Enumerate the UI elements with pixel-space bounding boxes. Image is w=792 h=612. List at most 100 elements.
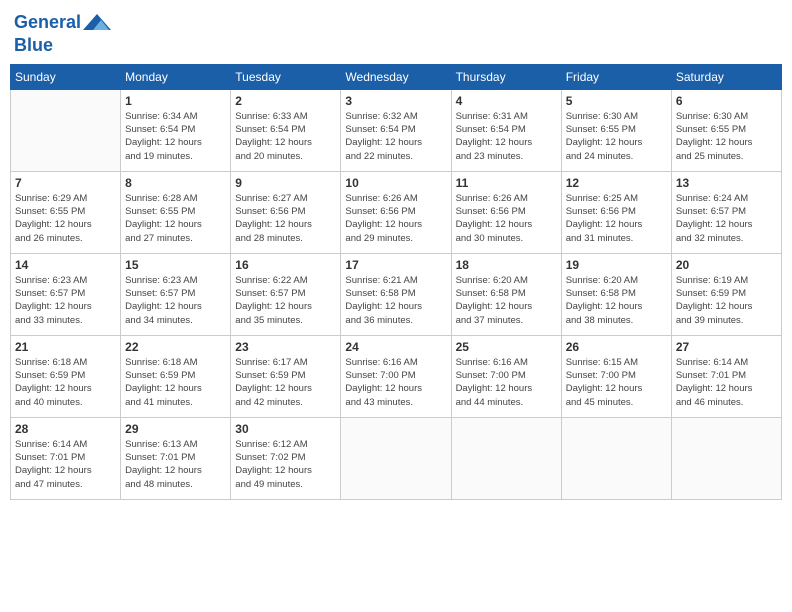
logo-general: General <box>14 12 81 32</box>
day-number: 12 <box>566 176 667 190</box>
calendar-cell: 21 Sunrise: 6:18 AMSunset: 6:59 PMDayligh… <box>11 335 121 417</box>
day-info: Sunrise: 6:26 AMSunset: 6:56 PMDaylight:… <box>345 192 446 245</box>
day-info: Sunrise: 6:14 AMSunset: 7:01 PMDaylight:… <box>676 356 777 409</box>
calendar-cell: 1 Sunrise: 6:34 AMSunset: 6:54 PMDaylight… <box>121 89 231 171</box>
day-number: 23 <box>235 340 336 354</box>
calendar-week-5: 28Sunrise: 6:14 AMSunset: 7:01 PMDayligh… <box>11 417 782 499</box>
day-info: Sunrise: 6:23 AMSunset: 6:57 PMDaylight:… <box>125 274 226 327</box>
calendar-cell: 5 Sunrise: 6:30 AMSunset: 6:55 PMDaylight… <box>561 89 671 171</box>
day-info: Sunrise: 6:27 AMSunset: 6:56 PMDaylight:… <box>235 192 336 245</box>
day-info: Sunrise: 6:34 AMSunset: 6:54 PMDaylight:… <box>125 110 226 163</box>
calendar-cell <box>11 89 121 171</box>
calendar-table: SundayMondayTuesdayWednesdayThursdayFrid… <box>10 64 782 500</box>
calendar-cell: 2 Sunrise: 6:33 AMSunset: 6:54 PMDaylight… <box>231 89 341 171</box>
day-info: Sunrise: 6:13 AMSunset: 7:01 PMDaylight:… <box>125 438 226 491</box>
day-number: 27 <box>676 340 777 354</box>
calendar-cell <box>671 417 781 499</box>
day-info: Sunrise: 6:17 AMSunset: 6:59 PMDaylight:… <box>235 356 336 409</box>
day-number: 1 <box>125 94 226 108</box>
logo: General Blue <box>14 10 111 56</box>
calendar-cell: 30 Sunrise: 6:12 AMSunset: 7:02 PMDayligh… <box>231 417 341 499</box>
day-number: 21 <box>15 340 116 354</box>
page-header: General Blue <box>10 10 782 56</box>
header-friday: Friday <box>561 64 671 89</box>
day-info: Sunrise: 6:19 AMSunset: 6:59 PMDaylight:… <box>676 274 777 327</box>
calendar-cell: 28Sunrise: 6:14 AMSunset: 7:01 PMDayligh… <box>11 417 121 499</box>
day-info: Sunrise: 6:31 AMSunset: 6:54 PMDaylight:… <box>456 110 557 163</box>
calendar-week-3: 14 Sunrise: 6:23 AMSunset: 6:57 PMDayligh… <box>11 253 782 335</box>
day-number: 8 <box>125 176 226 190</box>
day-info: Sunrise: 6:16 AMSunset: 7:00 PMDaylight:… <box>345 356 446 409</box>
day-info: Sunrise: 6:14 AMSunset: 7:01 PMDaylight:… <box>15 438 116 491</box>
header-sunday: Sunday <box>11 64 121 89</box>
day-info: Sunrise: 6:24 AMSunset: 6:57 PMDaylight:… <box>676 192 777 245</box>
header-thursday: Thursday <box>451 64 561 89</box>
day-number: 2 <box>235 94 336 108</box>
calendar-cell: 12 Sunrise: 6:25 AMSunset: 6:56 PMDayligh… <box>561 171 671 253</box>
calendar-week-4: 21 Sunrise: 6:18 AMSunset: 6:59 PMDayligh… <box>11 335 782 417</box>
calendar-cell: 14 Sunrise: 6:23 AMSunset: 6:57 PMDayligh… <box>11 253 121 335</box>
day-info: Sunrise: 6:23 AMSunset: 6:57 PMDaylight:… <box>15 274 116 327</box>
day-number: 16 <box>235 258 336 272</box>
header-tuesday: Tuesday <box>231 64 341 89</box>
day-number: 13 <box>676 176 777 190</box>
calendar-cell: 10 Sunrise: 6:26 AMSunset: 6:56 PMDayligh… <box>341 171 451 253</box>
day-number: 15 <box>125 258 226 272</box>
day-info: Sunrise: 6:16 AMSunset: 7:00 PMDaylight:… <box>456 356 557 409</box>
calendar-cell: 15 Sunrise: 6:23 AMSunset: 6:57 PMDayligh… <box>121 253 231 335</box>
calendar-cell: 9 Sunrise: 6:27 AMSunset: 6:56 PMDaylight… <box>231 171 341 253</box>
day-info: Sunrise: 6:22 AMSunset: 6:57 PMDaylight:… <box>235 274 336 327</box>
day-info: Sunrise: 6:20 AMSunset: 6:58 PMDaylight:… <box>566 274 667 327</box>
day-number: 5 <box>566 94 667 108</box>
day-number: 4 <box>456 94 557 108</box>
calendar-cell: 20 Sunrise: 6:19 AMSunset: 6:59 PMDayligh… <box>671 253 781 335</box>
header-monday: Monday <box>121 64 231 89</box>
calendar-cell: 13 Sunrise: 6:24 AMSunset: 6:57 PMDayligh… <box>671 171 781 253</box>
day-number: 17 <box>345 258 446 272</box>
calendar-week-1: 1 Sunrise: 6:34 AMSunset: 6:54 PMDaylight… <box>11 89 782 171</box>
day-info: Sunrise: 6:25 AMSunset: 6:56 PMDaylight:… <box>566 192 667 245</box>
day-number: 20 <box>676 258 777 272</box>
day-number: 9 <box>235 176 336 190</box>
day-info: Sunrise: 6:21 AMSunset: 6:58 PMDaylight:… <box>345 274 446 327</box>
day-info: Sunrise: 6:30 AMSunset: 6:55 PMDaylight:… <box>676 110 777 163</box>
day-number: 3 <box>345 94 446 108</box>
day-number: 11 <box>456 176 557 190</box>
day-info: Sunrise: 6:15 AMSunset: 7:00 PMDaylight:… <box>566 356 667 409</box>
header-wednesday: Wednesday <box>341 64 451 89</box>
day-info: Sunrise: 6:12 AMSunset: 7:02 PMDaylight:… <box>235 438 336 491</box>
calendar-cell: 18Sunrise: 6:20 AMSunset: 6:58 PMDayligh… <box>451 253 561 335</box>
day-number: 26 <box>566 340 667 354</box>
day-number: 7 <box>15 176 116 190</box>
calendar-cell <box>451 417 561 499</box>
day-info: Sunrise: 6:26 AMSunset: 6:56 PMDaylight:… <box>456 192 557 245</box>
day-number: 25 <box>456 340 557 354</box>
day-info: Sunrise: 6:20 AMSunset: 6:58 PMDaylight:… <box>456 274 557 327</box>
day-info: Sunrise: 6:33 AMSunset: 6:54 PMDaylight:… <box>235 110 336 163</box>
calendar-cell: 22Sunrise: 6:18 AMSunset: 6:59 PMDayligh… <box>121 335 231 417</box>
calendar-cell: 29 Sunrise: 6:13 AMSunset: 7:01 PMDayligh… <box>121 417 231 499</box>
day-info: Sunrise: 6:28 AMSunset: 6:55 PMDaylight:… <box>125 192 226 245</box>
day-number: 6 <box>676 94 777 108</box>
day-number: 22 <box>125 340 226 354</box>
calendar-cell: 6 Sunrise: 6:30 AMSunset: 6:55 PMDaylight… <box>671 89 781 171</box>
day-info: Sunrise: 6:29 AMSunset: 6:55 PMDaylight:… <box>15 192 116 245</box>
day-info: Sunrise: 6:32 AMSunset: 6:54 PMDaylight:… <box>345 110 446 163</box>
calendar-cell: 16 Sunrise: 6:22 AMSunset: 6:57 PMDayligh… <box>231 253 341 335</box>
calendar-cell: 24Sunrise: 6:16 AMSunset: 7:00 PMDayligh… <box>341 335 451 417</box>
day-number: 14 <box>15 258 116 272</box>
day-number: 10 <box>345 176 446 190</box>
calendar-cell: 26 Sunrise: 6:15 AMSunset: 7:00 PMDayligh… <box>561 335 671 417</box>
calendar-header-row: SundayMondayTuesdayWednesdayThursdayFrid… <box>11 64 782 89</box>
calendar-cell: 25 Sunrise: 6:16 AMSunset: 7:00 PMDayligh… <box>451 335 561 417</box>
day-info: Sunrise: 6:30 AMSunset: 6:55 PMDaylight:… <box>566 110 667 163</box>
day-number: 30 <box>235 422 336 436</box>
calendar-cell: 23 Sunrise: 6:17 AMSunset: 6:59 PMDayligh… <box>231 335 341 417</box>
calendar-cell: 11 Sunrise: 6:26 AMSunset: 6:56 PMDayligh… <box>451 171 561 253</box>
calendar-cell: 4 Sunrise: 6:31 AMSunset: 6:54 PMDaylight… <box>451 89 561 171</box>
calendar-cell <box>561 417 671 499</box>
calendar-week-2: 7 Sunrise: 6:29 AMSunset: 6:55 PMDaylight… <box>11 171 782 253</box>
day-info: Sunrise: 6:18 AMSunset: 6:59 PMDaylight:… <box>15 356 116 409</box>
day-number: 29 <box>125 422 226 436</box>
logo-blue: Blue <box>14 35 53 55</box>
